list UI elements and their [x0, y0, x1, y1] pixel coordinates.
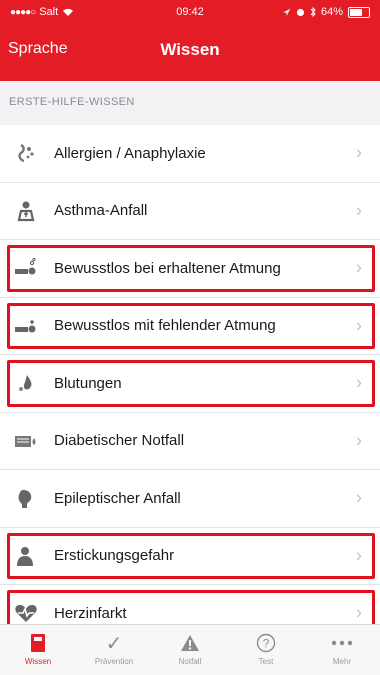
bluetooth-icon	[310, 7, 316, 17]
list-item-label: Erstickungsgefahr	[54, 547, 175, 565]
page-title: Wissen	[160, 40, 220, 59]
chevron-right-icon: ›	[356, 545, 362, 566]
checkmark-icon: ✓	[105, 632, 123, 655]
list-item-label: Blutungen	[54, 374, 122, 392]
list-item-blutungen[interactable]: Blutungen ›	[0, 355, 380, 413]
tab-praevention[interactable]: ✓ Prävention	[76, 625, 152, 675]
svg-text:?: ?	[263, 637, 270, 651]
chevron-right-icon: ›	[356, 430, 362, 451]
list-item-bewusstlos-keine-atmung[interactable]: Bewusstlos mit fehlender Atmung ›	[0, 298, 380, 355]
list-item-label: Herzinfarkt	[54, 604, 127, 622]
chevron-right-icon: ›	[356, 257, 362, 278]
asthma-icon	[14, 199, 38, 223]
tab-label: Mehr	[332, 657, 352, 666]
tab-label: Test	[258, 657, 274, 666]
warning-icon	[180, 631, 200, 655]
nav-bar: Sprache Wissen	[0, 28, 380, 73]
unconscious-breathing-icon	[14, 256, 38, 280]
question-icon: ?	[256, 631, 276, 655]
more-icon	[331, 631, 353, 655]
location-icon	[282, 8, 291, 16]
list-item-label: Allergien / Anaphylaxie	[54, 144, 206, 162]
chevron-right-icon: ›	[356, 315, 362, 336]
tab-notfall[interactable]: Notfall	[152, 625, 228, 675]
list-item-asthma[interactable]: Asthma-Anfall ›	[0, 183, 380, 240]
list-item-bewusstlos-atmung[interactable]: Bewusstlos bei erhaltener Atmung ›	[0, 240, 380, 298]
tab-bar: Wissen ✓ Prävention Notfall ? Test Mehr	[0, 624, 380, 675]
tab-mehr[interactable]: Mehr	[304, 625, 380, 675]
list-item-epilepsie[interactable]: Epileptischer Anfall ›	[0, 470, 380, 528]
tab-wissen[interactable]: Wissen	[0, 625, 76, 675]
battery-icon	[348, 6, 370, 18]
header: ●●●●○ Salt 09:42 64% Sprache Wissen	[0, 0, 380, 81]
heart-icon	[14, 601, 38, 625]
alarm-icon	[296, 8, 305, 16]
bleeding-icon	[14, 371, 38, 395]
chevron-right-icon: ›	[356, 487, 362, 508]
list-item-diabetes[interactable]: Diabetischer Notfall ›	[0, 413, 380, 470]
book-icon	[30, 631, 46, 655]
diabetes-icon	[14, 429, 38, 453]
list-item-allergien[interactable]: Allergien / Anaphylaxie ›	[0, 125, 380, 183]
battery-percent: 64%	[320, 6, 343, 18]
chevron-right-icon: ›	[356, 372, 362, 393]
tab-label: Notfall	[178, 657, 202, 666]
section-header: ERSTE-HILFE-WISSEN	[9, 96, 135, 108]
list-item-label: Asthma-Anfall	[54, 202, 148, 220]
chevron-right-icon: ›	[356, 200, 362, 221]
tab-label: Prävention	[94, 657, 134, 666]
tab-test[interactable]: ? Test	[228, 625, 304, 675]
list-item-label: Epileptischer Anfall	[54, 489, 181, 507]
list-item-erstickung[interactable]: Erstickungsgefahr ›	[0, 528, 380, 585]
status-right: 64%	[282, 6, 370, 18]
list-item-label: Diabetischer Notfall	[54, 432, 185, 450]
tab-label: Wissen	[24, 657, 52, 666]
unconscious-not-breathing-icon	[14, 314, 38, 338]
chevron-right-icon: ›	[356, 602, 362, 623]
list-item-label: Bewusstlos bei erhaltener Atmung	[54, 259, 281, 277]
topic-list: Allergien / Anaphylaxie › Asthma-Anfall …	[0, 125, 380, 643]
chevron-right-icon: ›	[356, 142, 362, 163]
choking-icon	[14, 544, 38, 568]
allergy-icon	[14, 141, 38, 165]
epilepsy-icon	[14, 486, 38, 510]
list-item-label: Bewusstlos mit fehlender Atmung	[54, 317, 276, 335]
status-bar: ●●●●○ Salt 09:42 64%	[0, 0, 380, 24]
